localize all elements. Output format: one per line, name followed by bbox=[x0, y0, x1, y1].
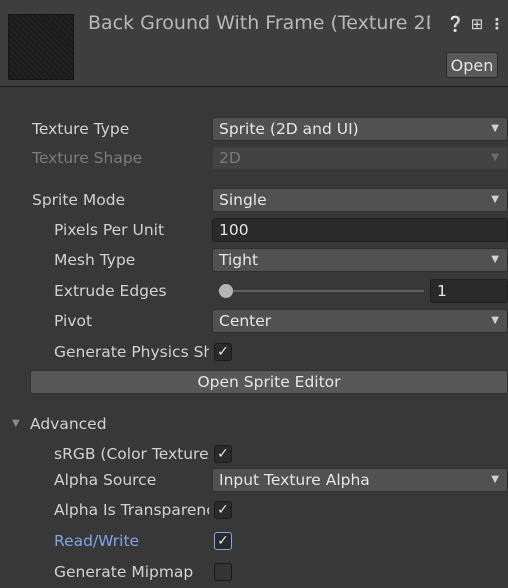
alpha-source-value: Input Texture Alpha bbox=[219, 471, 370, 489]
checkmark-icon: ✓ bbox=[217, 344, 229, 360]
mesh-type-value: Tight bbox=[219, 251, 259, 269]
dropdown-arrow-icon: ▼ bbox=[491, 474, 499, 485]
header-divider bbox=[0, 86, 508, 87]
texture-type-value: Sprite (2D and UI) bbox=[219, 120, 359, 138]
read-write-label: Read/Write bbox=[54, 532, 140, 550]
srgb-checkbox[interactable]: ✓ bbox=[214, 445, 232, 463]
checkmark-icon: ✓ bbox=[217, 502, 229, 518]
extrude-edges-input[interactable]: 1 bbox=[430, 279, 508, 303]
extrude-edges-label: Extrude Edges bbox=[54, 282, 167, 300]
texture-type-label: Texture Type bbox=[32, 120, 130, 138]
read-write-checkbox[interactable]: ✓ bbox=[214, 532, 232, 550]
dropdown-arrow-icon: ▼ bbox=[491, 152, 499, 163]
help-icon[interactable]: ❔ bbox=[446, 15, 465, 33]
texture-preview-thumbnail bbox=[8, 14, 74, 80]
more-vertical-icon[interactable]: ⋮ bbox=[488, 15, 506, 33]
dropdown-arrow-icon: ▼ bbox=[491, 254, 499, 265]
alpha-source-dropdown[interactable]: Input Texture Alpha ▼ bbox=[212, 468, 508, 492]
texture-type-dropdown[interactable]: Sprite (2D and UI) ▼ bbox=[212, 117, 508, 141]
srgb-label: sRGB (Color Texture) bbox=[54, 445, 209, 463]
extrude-edges-slider-handle[interactable] bbox=[219, 284, 233, 298]
advanced-foldout-header[interactable]: Advanced bbox=[30, 412, 107, 436]
sprite-mode-dropdown[interactable]: Single ▼ bbox=[212, 188, 508, 212]
open-sprite-editor-button[interactable]: Open Sprite Editor bbox=[30, 370, 508, 394]
sprite-mode-value: Single bbox=[219, 191, 267, 209]
asset-title: Back Ground With Frame (Texture 2D) I bbox=[88, 12, 430, 34]
mesh-type-dropdown[interactable]: Tight ▼ bbox=[212, 248, 508, 272]
foldout-triangle-icon[interactable]: ▼ bbox=[12, 418, 20, 430]
pivot-label: Pivot bbox=[54, 312, 93, 330]
pixels-per-unit-label: Pixels Per Unit bbox=[54, 221, 165, 239]
alpha-source-label: Alpha Source bbox=[54, 471, 157, 489]
texture-shape-value: 2D bbox=[219, 149, 241, 167]
checkmark-icon: ✓ bbox=[217, 533, 229, 549]
sprite-mode-label: Sprite Mode bbox=[32, 191, 126, 209]
pivot-value: Center bbox=[219, 312, 272, 330]
alpha-is-transparency-checkbox[interactable]: ✓ bbox=[214, 501, 232, 519]
texture-shape-dropdown: 2D ▼ bbox=[212, 146, 508, 170]
pivot-dropdown[interactable]: Center ▼ bbox=[212, 309, 508, 333]
checkmark-icon: ✓ bbox=[217, 446, 229, 462]
texture-shape-label: Texture Shape bbox=[32, 149, 143, 167]
dropdown-arrow-icon: ▼ bbox=[491, 123, 499, 134]
generate-mipmap-label: Generate Mipmap bbox=[54, 563, 194, 581]
alpha-is-transparency-label: Alpha Is Transparency bbox=[54, 501, 209, 519]
dropdown-arrow-icon: ▼ bbox=[491, 194, 499, 205]
generate-physics-shape-checkbox[interactable]: ✓ bbox=[214, 343, 232, 361]
open-button[interactable]: Open bbox=[446, 52, 498, 78]
generate-physics-shape-label: Generate Physics Shape bbox=[54, 343, 209, 361]
mesh-type-label: Mesh Type bbox=[54, 251, 136, 269]
pixels-per-unit-input[interactable]: 100 bbox=[212, 218, 508, 242]
dropdown-arrow-icon: ▼ bbox=[491, 315, 499, 326]
extrude-edges-slider-track[interactable] bbox=[218, 290, 424, 292]
generate-mipmap-checkbox[interactable] bbox=[214, 563, 232, 581]
settings-sliders-icon[interactable]: ⊞ bbox=[468, 15, 486, 33]
